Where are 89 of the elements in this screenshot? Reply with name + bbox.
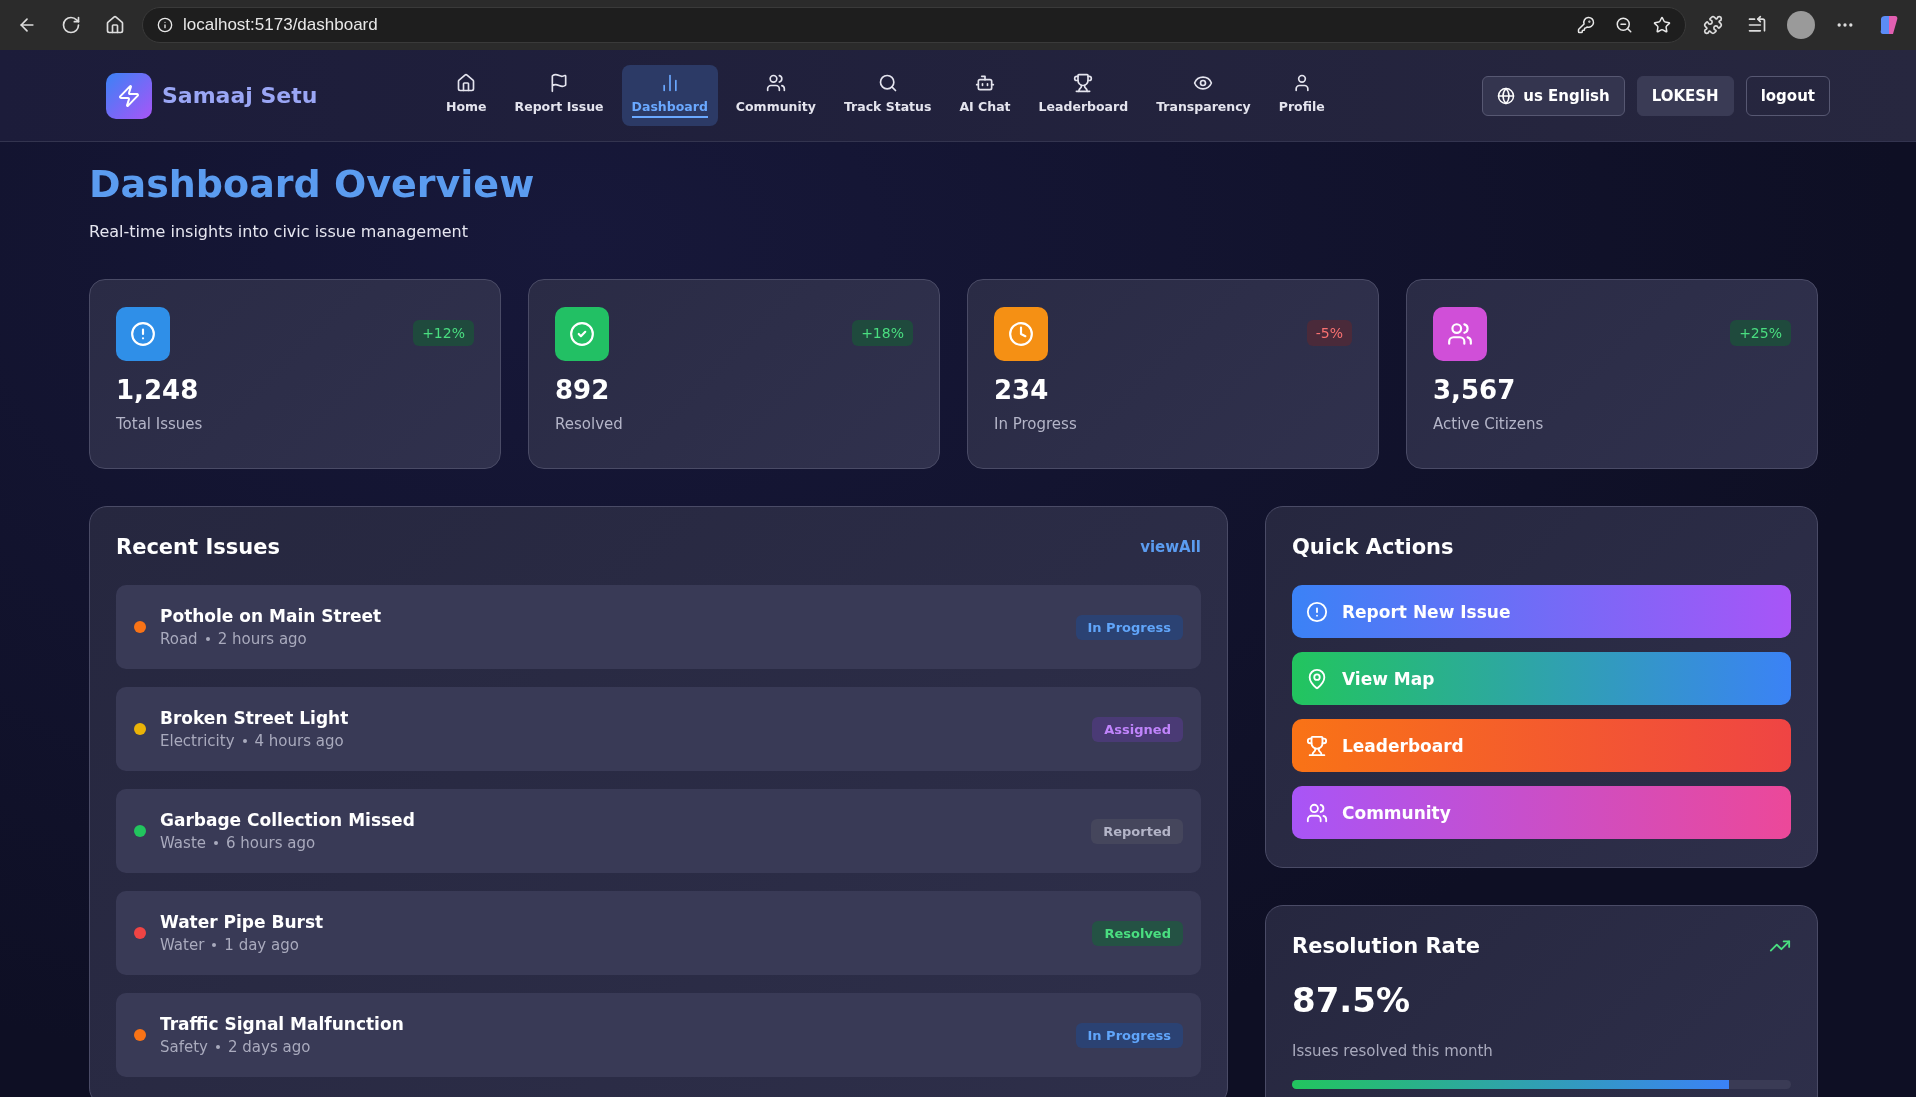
home-icon[interactable] (105, 15, 125, 35)
issue-category: Safety (160, 1038, 208, 1056)
url-text: localhost:5173/dashboard (183, 15, 378, 35)
issue-row[interactable]: Water Pipe Burst Water 1 day ago Resolved (116, 891, 1201, 975)
issue-row[interactable]: Garbage Collection Missed Waste 6 hours ago Reported (116, 789, 1201, 873)
issue-category: Waste (160, 834, 206, 852)
issue-time: 2 days ago (228, 1038, 311, 1056)
status-badge: In Progress (1075, 1022, 1183, 1048)
separator-dot (242, 739, 247, 743)
stat-label: In Progress (994, 415, 1078, 433)
trophy-icon (1306, 734, 1328, 757)
people-icon (1306, 801, 1328, 824)
issue-row[interactable]: Pothole on Main Street Road 2 hours ago In Progress (116, 585, 1201, 669)
language-button[interactable]: us English (1482, 75, 1625, 116)
issue-title: Broken Street Light (160, 708, 350, 728)
issue-time: 6 hours ago (226, 834, 316, 852)
logo-icon (106, 72, 152, 119)
issue-title: Pothole on Main Street (160, 606, 383, 626)
nav-tab[interactable]: Track Status (833, 65, 942, 126)
globe-icon (1497, 86, 1516, 105)
issue-time: 1 day ago (224, 936, 299, 954)
nav-tab[interactable]: Home (436, 65, 497, 126)
search-icon (877, 73, 898, 93)
panel-title: Resolution Rate (1292, 934, 1481, 958)
nav-tab[interactable]: Dashboard (621, 65, 718, 126)
panel-title: Recent Issues (116, 535, 280, 559)
separator-dot (214, 841, 218, 845)
home-icon (456, 73, 477, 93)
issue-time: 4 hours ago (254, 732, 344, 750)
zoom-icon[interactable] (1615, 16, 1633, 34)
separator-dot (205, 637, 210, 641)
page-title: Dashboard Overview (89, 162, 536, 206)
issue-row[interactable]: Broken Street Light Electricity 4 hours ago Assigned (116, 687, 1201, 771)
brand-name: Samaaj Setu (162, 83, 318, 108)
nav-tab[interactable]: AI Chat (949, 65, 1021, 126)
issue-title: Traffic Signal Malfunction (160, 1014, 405, 1034)
rate-value: 87.5% (1292, 980, 1411, 1020)
address-field[interactable]: localhost:5173/dashboard (142, 7, 1686, 43)
robot-icon (975, 73, 995, 93)
stat-value: 1,248 (116, 375, 200, 405)
nav-tab[interactable]: Profile (1268, 65, 1335, 126)
star-icon[interactable] (1653, 16, 1671, 34)
trophy-icon (1073, 73, 1094, 93)
change-badge: +18% (852, 320, 913, 346)
nav-tab[interactable]: Transparency (1146, 65, 1261, 126)
nav-tab[interactable]: Report Issue (504, 65, 614, 126)
page-subtitle: Real-time insights into civic issue management (89, 222, 469, 241)
separator-dot (216, 1045, 220, 1049)
separator-dot (212, 943, 217, 947)
stat-label: Total Issues (116, 415, 204, 433)
alert-icon (1306, 600, 1328, 623)
stat-value: 3,567 (1433, 375, 1517, 405)
stat-value: 892 (555, 375, 611, 405)
avatar-icon[interactable] (1787, 11, 1815, 39)
reload-icon[interactable] (61, 15, 81, 35)
issue-category: Electricity (160, 732, 235, 750)
eye-icon (1193, 73, 1214, 93)
favorites-icon[interactable] (1747, 15, 1767, 35)
issue-row[interactable]: Traffic Signal Malfunction Safety 2 days ago In Progress (116, 993, 1201, 1077)
key-icon[interactable] (1577, 16, 1595, 34)
user-button[interactable]: LOKESH (1636, 75, 1734, 116)
map-pin-icon (1306, 667, 1328, 690)
issue-title: Garbage Collection Missed (160, 810, 416, 830)
panel-title: Quick Actions (1292, 535, 1454, 559)
status-badge: Assigned (1092, 716, 1183, 742)
change-badge: -5% (1306, 320, 1352, 346)
info-icon (157, 17, 173, 33)
logout-button[interactable]: logout (1745, 75, 1830, 116)
nav-tab[interactable]: Community (725, 65, 826, 126)
nav-tab[interactable]: Leaderboard (1028, 65, 1139, 126)
status-badge: Reported (1091, 818, 1183, 844)
status-badge: In Progress (1075, 614, 1183, 640)
puzzle-icon[interactable] (1703, 15, 1723, 35)
issue-time: 2 hours ago (217, 630, 307, 648)
stat-value: 234 (994, 375, 1050, 405)
people-icon (765, 73, 786, 93)
action-button[interactable]: Report New Issue (1292, 585, 1791, 638)
issue-category: Water (160, 936, 205, 954)
issue-category: Road (160, 630, 198, 648)
view-all-link[interactable]: viewAll (1140, 538, 1201, 556)
change-badge: +25% (1730, 320, 1791, 346)
rate-caption: Issues resolved this month (1292, 1042, 1494, 1060)
issue-title: Water Pipe Burst (160, 912, 325, 932)
change-badge: +12% (413, 320, 474, 346)
status-badge: Resolved (1092, 920, 1183, 946)
flag-icon (549, 73, 570, 93)
action-button[interactable]: Community (1292, 786, 1791, 839)
stat-label: Active Citizens (1433, 415, 1545, 433)
stat-label: Resolved (555, 415, 624, 433)
